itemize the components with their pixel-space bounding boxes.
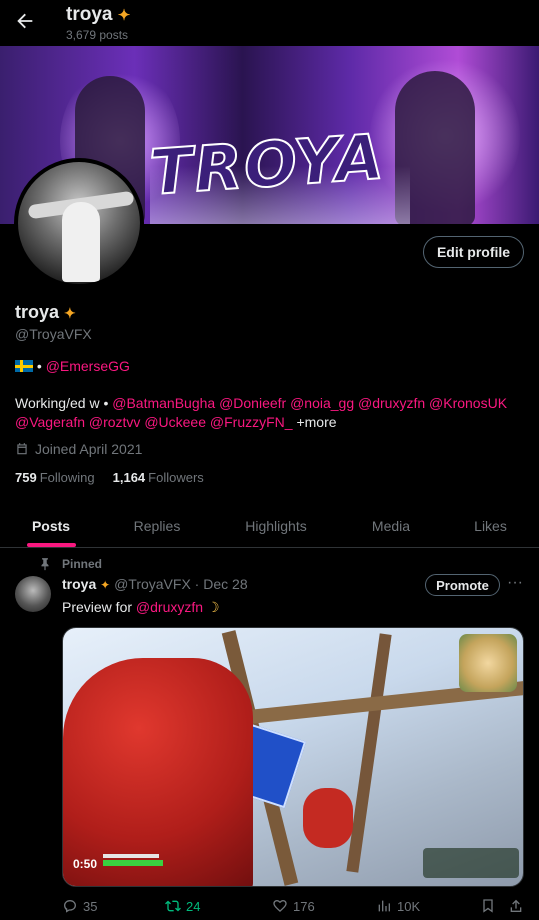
like-button[interactable]: 176	[272, 898, 315, 914]
emoji-icon: ✦	[64, 305, 76, 321]
back-arrow-icon[interactable]	[14, 10, 36, 32]
pinned-label: Pinned	[62, 557, 103, 571]
tab-media[interactable]: Media	[340, 504, 442, 548]
video-health-bar	[103, 860, 163, 866]
reply-button[interactable]: 35	[62, 898, 97, 914]
share-icon[interactable]	[508, 898, 524, 914]
pin-icon	[38, 557, 52, 571]
top-bar: troya ✦ 3,679 posts	[0, 0, 539, 46]
header-post-count: 3,679 posts	[66, 28, 129, 42]
promote-button[interactable]: Promote	[425, 574, 500, 596]
tab-posts[interactable]: Posts	[0, 504, 102, 548]
reply-icon	[62, 898, 78, 914]
profile-name: troya ✦	[15, 302, 76, 322]
joined-date: Joined April 2021	[15, 441, 142, 457]
views-icon	[376, 898, 392, 914]
views-button[interactable]: 10K	[376, 898, 420, 914]
video-duration: 0:50	[73, 857, 98, 871]
moon-emoji-icon: ☽	[206, 599, 220, 615]
follow-stats: 759 Following 1,164 Followers	[15, 470, 204, 485]
tab-highlights[interactable]: Highlights	[212, 504, 340, 548]
video-scene-beam	[346, 633, 392, 873]
active-tab-indicator	[27, 543, 76, 547]
header-name: troya ✦	[66, 4, 131, 25]
like-icon	[272, 898, 288, 914]
edit-profile-button[interactable]: Edit profile	[423, 236, 524, 268]
repost-button[interactable]: 24	[165, 898, 200, 914]
bio-line-2: Working/ed w • @BatmanBugha @Donieefr @n…	[15, 395, 508, 430]
calendar-icon	[15, 442, 29, 456]
video-scene-character	[63, 658, 253, 886]
video-hud	[423, 848, 519, 878]
swedish-flag-icon	[15, 360, 33, 372]
bio-line-1: • @EmerseGG	[15, 358, 130, 374]
profile-tabs: Posts Replies Highlights Media Likes	[0, 504, 539, 548]
post-video[interactable]: 0:50	[62, 627, 524, 887]
tab-likes[interactable]: Likes	[442, 504, 539, 548]
post-text: Preview for @druxyzfn ☽	[62, 599, 220, 615]
emoji-icon: ✦	[117, 7, 131, 24]
followers-link[interactable]: 1,164 Followers	[113, 470, 204, 485]
mention-link[interactable]: @EmerseGG	[46, 358, 130, 374]
video-shield-bar	[103, 854, 159, 858]
video-scene-hand	[303, 788, 353, 848]
avatar-figure	[62, 202, 100, 282]
post-author-avatar[interactable]	[15, 576, 51, 612]
post-header: troya ✦ @TroyaVFX · Dec 28	[62, 576, 248, 592]
profile-avatar[interactable]	[14, 158, 144, 288]
more-options-icon[interactable]: ···	[507, 574, 523, 592]
repost-icon	[165, 898, 181, 914]
tab-replies[interactable]: Replies	[102, 504, 212, 548]
profile-handle: @TroyaVFX	[15, 326, 92, 342]
post-author-handle[interactable]: @TroyaVFX	[114, 576, 191, 592]
post-date[interactable]: Dec 28	[203, 576, 247, 592]
bookmark-icon[interactable]	[480, 898, 496, 914]
emoji-icon: ✦	[100, 578, 111, 592]
post-actions: 35 24 176 10K	[62, 898, 532, 918]
following-link[interactable]: 759 Following	[15, 470, 95, 485]
video-minimap	[459, 634, 517, 692]
mention-link[interactable]: @druxyzfn	[136, 599, 203, 615]
post-author-name[interactable]: troya	[62, 576, 96, 592]
